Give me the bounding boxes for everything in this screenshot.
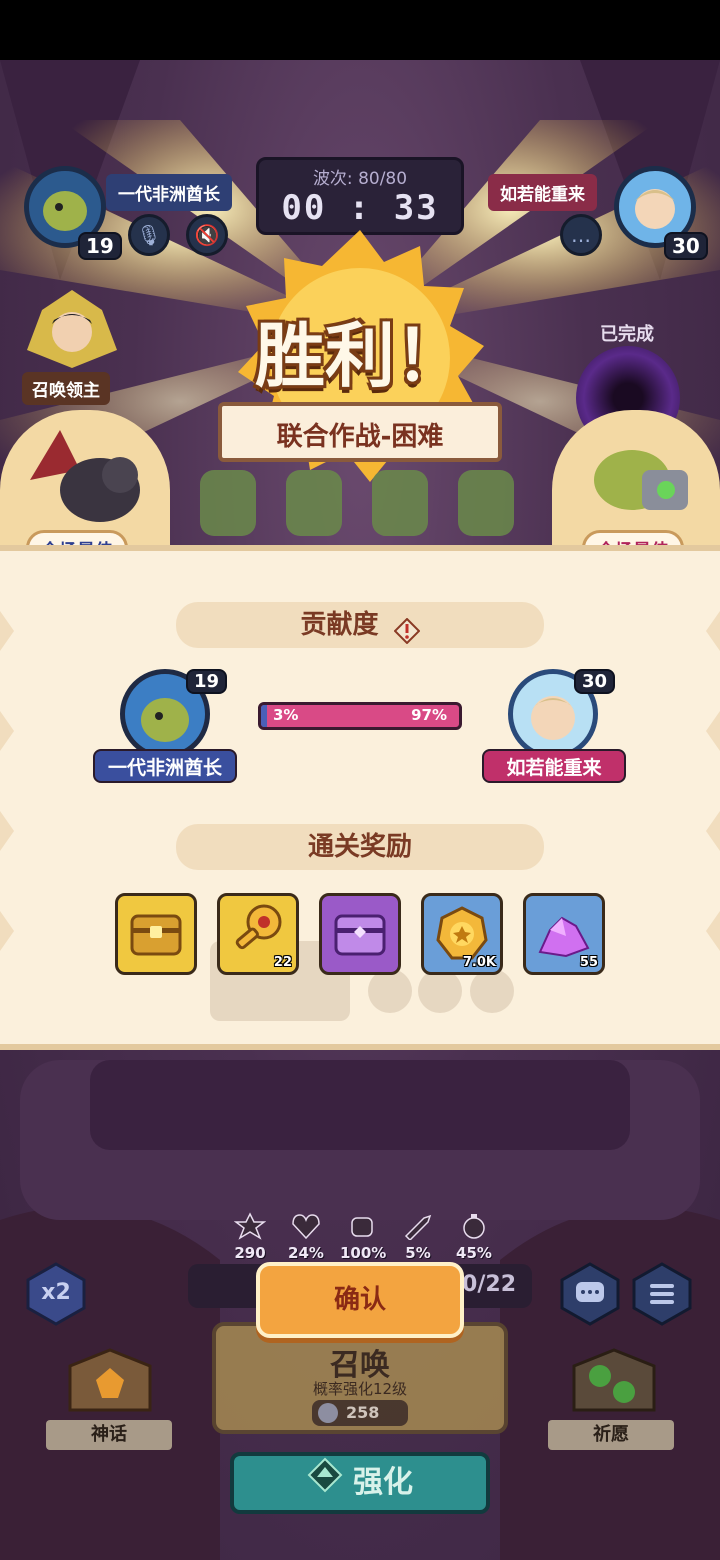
upgrade-label: 强化: [353, 1465, 413, 1500]
reward-gold-coin[interactable]: 7.0K: [421, 893, 503, 975]
hero-lineup: [200, 470, 514, 536]
reward-purple-chest[interactable]: [319, 893, 401, 975]
stopwatch-icon: [463, 1214, 485, 1239]
contribution-left-fill: [261, 705, 267, 727]
myth-emblem-icon: [68, 1348, 152, 1412]
contrib-left-name: 一代非洲酋长: [93, 749, 237, 783]
mic-muted-icon[interactable]: 🎙: [128, 214, 170, 256]
reward-count: 7.0K: [462, 955, 496, 970]
menu-button[interactable]: [632, 1262, 692, 1326]
wish-label: 祈愿: [548, 1420, 674, 1450]
silver-coin-icon: [318, 1403, 338, 1423]
myth-button[interactable]: [60, 1346, 160, 1426]
left-player-name: 一代非洲酋长: [106, 174, 232, 211]
upgrade-button[interactable]: 强化: [230, 1452, 490, 1514]
info-icon[interactable]: [393, 613, 420, 644]
mode-label: 联合作战-困难: [276, 422, 444, 452]
status-bar: [0, 0, 720, 60]
gold-chest-icon: [130, 914, 182, 956]
summon-lord-portrait: [22, 290, 122, 370]
wave-counter: 波次: 80/80: [312, 169, 408, 189]
speaker-muted-icon[interactable]: 🔇: [186, 214, 228, 256]
lizard-mvp-unit: [594, 450, 688, 510]
upgrade-arrow-icon: [307, 1457, 343, 1511]
reward-purple-crystal[interactable]: 55: [523, 893, 605, 975]
heart-icon: [292, 1214, 320, 1240]
reward-gold-chest[interactable]: [115, 893, 197, 975]
results-panel: 贡献度 19 一代非洲酋长 3% 97% 30 如若能重来 通关奖励 22 7.…: [0, 545, 720, 1050]
contribution-right-percent: 97%: [411, 706, 447, 724]
rewards-header: 通关奖励: [176, 824, 544, 870]
confirm-button[interactable]: 确认: [256, 1262, 464, 1338]
summon-cost: 258: [346, 1403, 380, 1422]
contribution-title: 贡献度: [300, 610, 379, 640]
myth-label: 神话: [46, 1420, 172, 1450]
contribution-bar: 3% 97%: [258, 702, 462, 730]
clover-icon: [572, 1348, 656, 1412]
chat-icon[interactable]: …: [560, 214, 602, 256]
chat-bubble-icon: [560, 1262, 620, 1326]
contrib-right-level: 30: [574, 669, 616, 694]
menu-icon: [632, 1262, 692, 1326]
contrib-right-name: 如若能重来: [482, 749, 626, 783]
contrib-left-level: 19: [186, 669, 228, 694]
dragon-mvp-unit: [30, 430, 140, 522]
fist-icon: [351, 1217, 373, 1237]
wish-button[interactable]: [564, 1346, 664, 1426]
summon-cost-box: 258: [312, 1400, 408, 1426]
summon-subtitle: 概率强化12级: [312, 1380, 408, 1398]
wave-timer-panel: 波次: 80/80 00 : 33: [256, 157, 464, 235]
stat-heart: 24%: [284, 1212, 328, 1262]
victory-title: 胜利！: [255, 315, 465, 397]
stat-sword: 5%: [396, 1212, 440, 1262]
contribution-left-percent: 3%: [273, 706, 299, 724]
completed-label: 已完成: [600, 324, 654, 345]
stat-fist: 100%: [340, 1212, 386, 1262]
chat-button[interactable]: [560, 1262, 620, 1326]
summon-panel[interactable]: 召唤 概率强化12级 258: [212, 1322, 508, 1434]
reward-count: 55: [579, 955, 598, 970]
reward-gold-key[interactable]: 22: [217, 893, 299, 975]
summon-lord-label: 召唤领主: [22, 372, 110, 405]
speed-button[interactable]: x2: [26, 1262, 86, 1326]
speed-label: x2: [41, 1280, 71, 1305]
purple-chest-icon: [334, 914, 386, 956]
right-player-level: 30: [664, 232, 708, 260]
reward-count: 22: [273, 955, 292, 970]
sword-icon: [404, 1214, 432, 1242]
left-player-level: 19: [78, 232, 122, 260]
contribution-header: 贡献度: [176, 602, 544, 648]
right-player-name: 如若能重来: [488, 174, 597, 211]
stat-stopwatch: 45%: [452, 1212, 496, 1262]
stat-crit: 290: [228, 1212, 272, 1262]
timer: 00 : 33: [281, 188, 439, 228]
crit-icon: [233, 1212, 267, 1240]
stats-row: 290 24% 100% 5% 45%: [228, 1212, 498, 1262]
